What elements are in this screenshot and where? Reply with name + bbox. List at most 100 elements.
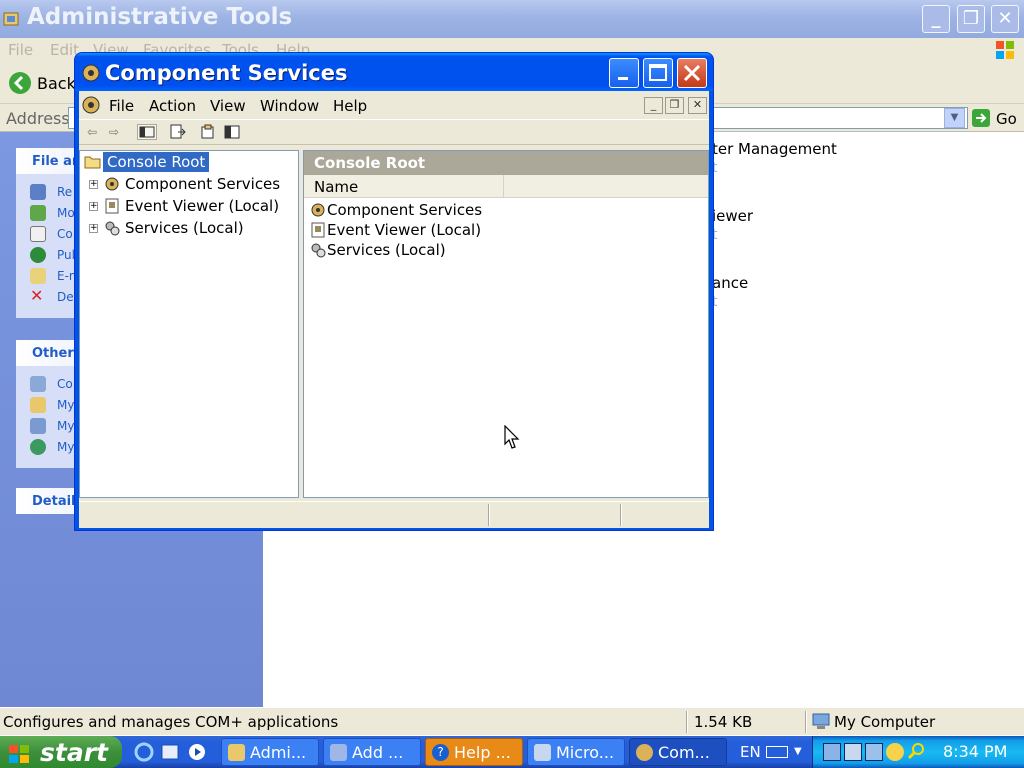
- go-arrow-icon[interactable]: [972, 109, 990, 127]
- services-gear-icon: [104, 220, 120, 236]
- column-header-name[interactable]: Name: [304, 175, 504, 197]
- content-item-name[interactable]: ance: [712, 274, 748, 292]
- list-item[interactable]: Services (Local): [327, 241, 446, 259]
- windows-flag-icon: [8, 742, 30, 764]
- ie-quicklaunch-icon[interactable]: [134, 742, 154, 762]
- delete-x-icon: ✕: [30, 286, 44, 305]
- taskbar-button-micro[interactable]: Micro...: [527, 738, 625, 766]
- list-item[interactable]: Component Services: [327, 201, 482, 219]
- security-icon[interactable]: [886, 743, 904, 761]
- admin-tools-title: Administrative Tools: [27, 4, 293, 30]
- task-item-icon: [30, 226, 46, 242]
- mouse-cursor-icon: [504, 424, 522, 451]
- taskbar: start Admi... Add ... ? Help ... Micro...…: [0, 736, 1024, 768]
- back-button[interactable]: Back: [37, 74, 76, 93]
- component-services-icon: [81, 63, 101, 83]
- taskbar-button-component-services[interactable]: Com...: [629, 738, 727, 766]
- mmc-icon: [534, 744, 551, 761]
- component-services-icon: [310, 202, 326, 218]
- status-location: My Computer: [834, 713, 936, 731]
- media-player-quicklaunch-icon[interactable]: [187, 742, 207, 762]
- language-indicator[interactable]: EN: [740, 743, 761, 761]
- taskbar-button-help[interactable]: ? Help ...: [425, 738, 523, 766]
- show-hide-tree-icon[interactable]: [137, 124, 157, 140]
- expand-icon[interactable]: +: [89, 224, 98, 233]
- status-description: Configures and manages COM+ applications: [3, 713, 339, 731]
- admin-tools-titlebar[interactable]: Administrative Tools _ ❐ ✕: [0, 0, 1024, 38]
- expand-icon[interactable]: +: [89, 180, 98, 189]
- add-remove-icon: [330, 744, 347, 761]
- go-button[interactable]: Go: [996, 110, 1017, 128]
- menu-action[interactable]: Action: [149, 97, 196, 115]
- clock[interactable]: 8:34 PM: [943, 742, 1007, 761]
- tree-item-event-viewer[interactable]: Event Viewer (Local): [125, 197, 279, 215]
- content-item-name[interactable]: ter Management: [712, 140, 837, 158]
- component-services-icon: [636, 744, 653, 761]
- close-button[interactable]: [677, 58, 707, 88]
- mmc-statusbar: [79, 501, 709, 527]
- keyboard-icon[interactable]: [766, 746, 788, 758]
- tree-item-console-root[interactable]: Console Root: [103, 152, 210, 172]
- component-services-window: Component Services File Action View Wind…: [74, 52, 714, 531]
- search-icon[interactable]: [907, 742, 925, 760]
- help-topics-icon[interactable]: [223, 124, 241, 140]
- export-list-icon[interactable]: [169, 124, 187, 140]
- expand-icon[interactable]: +: [89, 202, 98, 211]
- taskbar-button-add[interactable]: Add ...: [323, 738, 421, 766]
- console-icon[interactable]: [81, 95, 101, 115]
- component-services-body: File Action View Window Help _ ❐ ✕ ⇦ ⇨ C…: [79, 91, 709, 528]
- menu-help[interactable]: Help: [333, 97, 367, 115]
- network-icon[interactable]: [844, 743, 862, 761]
- folder-open-icon: [84, 154, 102, 170]
- chevron-down-icon[interactable]: ▼: [944, 108, 965, 128]
- mdi-restore-button[interactable]: ❐: [665, 97, 684, 114]
- start-label: start: [40, 738, 108, 767]
- maximize-button[interactable]: ❐: [957, 5, 985, 33]
- minimize-button[interactable]: [609, 58, 639, 88]
- mdi-minimize-button[interactable]: _: [644, 97, 663, 114]
- taskbar-button-admin-tools[interactable]: Admi...: [221, 738, 319, 766]
- menu-file[interactable]: File: [109, 97, 134, 115]
- event-viewer-icon: [104, 198, 120, 214]
- list-item[interactable]: Event Viewer (Local): [327, 221, 481, 239]
- window-title: Component Services: [105, 61, 348, 85]
- tree-item-services[interactable]: Services (Local): [125, 219, 244, 237]
- tray-icon[interactable]: [823, 743, 841, 761]
- task-item-icon: [30, 268, 46, 284]
- task-item-icon: [30, 376, 46, 392]
- back-arrow-icon[interactable]: [8, 71, 32, 95]
- close-button[interactable]: ✕: [991, 5, 1019, 33]
- component-services-icon: [104, 176, 120, 192]
- menu-window[interactable]: Window: [260, 97, 319, 115]
- back-arrow-icon[interactable]: ⇦: [83, 124, 101, 140]
- maximize-button[interactable]: [643, 58, 673, 88]
- outlook-quicklaunch-icon[interactable]: [160, 742, 180, 762]
- task-item-icon: [30, 184, 46, 200]
- tree-item-component-services[interactable]: Component Services: [125, 175, 280, 193]
- minimize-button[interactable]: _: [922, 5, 950, 33]
- start-button[interactable]: start: [0, 736, 122, 768]
- details-pane: Console Root Name Component Services Eve…: [303, 150, 709, 498]
- status-size: 1.54 KB: [694, 713, 753, 731]
- details-pane-header: Console Root: [304, 151, 708, 175]
- task-item-icon: [30, 247, 46, 263]
- network-icon[interactable]: [865, 743, 883, 761]
- folder-icon: [228, 744, 245, 761]
- mdi-close-button[interactable]: ✕: [688, 97, 707, 114]
- admin-tools-statusbar: Configures and manages COM+ applications…: [0, 707, 1024, 735]
- task-item-icon: [30, 397, 46, 413]
- chevron-down-icon[interactable]: ▼: [794, 746, 802, 757]
- mmc-menubar: File Action View Window Help _ ❐ ✕: [79, 91, 709, 118]
- task-item-icon: [30, 205, 46, 221]
- component-services-titlebar[interactable]: Component Services: [75, 53, 713, 91]
- forward-arrow-icon[interactable]: ⇨: [105, 124, 123, 140]
- properties-icon[interactable]: [199, 124, 217, 140]
- windows-logo-icon: [994, 39, 1016, 61]
- event-viewer-icon: [310, 222, 326, 238]
- content-item-name[interactable]: iewer: [712, 207, 753, 225]
- menu-view[interactable]: View: [210, 97, 246, 115]
- console-tree: Console Root + Component Services + Even…: [79, 150, 299, 498]
- task-item-icon: [30, 439, 46, 455]
- address-label: Address: [6, 109, 70, 128]
- menu-file[interactable]: File: [8, 41, 33, 59]
